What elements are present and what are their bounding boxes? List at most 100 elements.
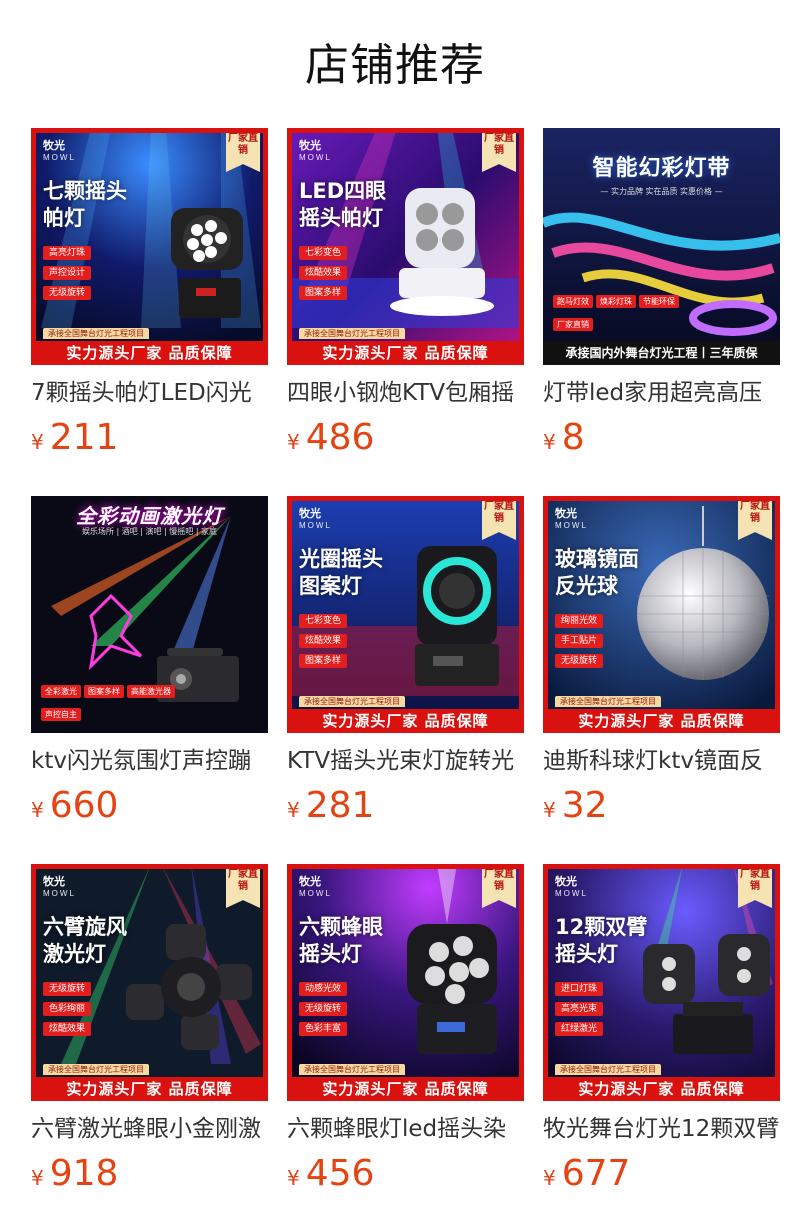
brand-logo: 牧光 MOWL bbox=[299, 508, 332, 530]
brand-logo: 牧光 MOWL bbox=[299, 876, 332, 898]
brand-logo: 牧光 MOWL bbox=[43, 140, 76, 162]
promo-banner: 实力源头厂家 品质保障 bbox=[287, 709, 524, 733]
feature-tag: 图案多样 bbox=[299, 654, 348, 668]
product-card[interactable]: 牧光 MOWL 厂家直销 LED四眼 摇头帕灯 七彩变色 炫酷效果 图案多样 承接… bbox=[287, 128, 524, 468]
feature-tag: 炫酷效果 bbox=[299, 634, 348, 648]
price-value: 660 bbox=[49, 785, 119, 826]
image-headline: 玻璃镜面 反光球 bbox=[555, 547, 639, 598]
feature-tag: 声控设计 bbox=[43, 266, 92, 280]
product-price: ¥486 bbox=[287, 416, 524, 460]
feature-tag: 炫酷效果 bbox=[43, 1022, 92, 1036]
feature-tag: 手工贴片 bbox=[555, 634, 604, 648]
feature-tag: 高能激光器 bbox=[127, 685, 175, 698]
product-title[interactable]: 六颗蜂眼灯led摇头染 bbox=[287, 1112, 524, 1146]
sub-banner: 承接全国舞台灯光工程项目 bbox=[299, 328, 405, 339]
feature-tag: 高亮光束 bbox=[555, 1002, 604, 1016]
currency-symbol: ¥ bbox=[543, 798, 556, 822]
product-title[interactable]: ktv闪光氛围灯声控蹦 bbox=[31, 744, 268, 778]
feature-tag: 动感光效 bbox=[299, 982, 348, 996]
product-image[interactable]: 牧光 MOWL 厂家直销 12颗双臂 摇头灯 进口灯珠 高亮光束 红绿激光 承接全… bbox=[543, 864, 780, 1101]
product-card[interactable]: 牧光 MOWL 厂家直销 12颗双臂 摇头灯 进口灯珠 高亮光束 红绿激光 承接全… bbox=[543, 864, 780, 1204]
feature-tag: 全彩激光 bbox=[41, 685, 81, 698]
product-title[interactable]: 7颗摇头帕灯LED闪光 bbox=[31, 376, 268, 410]
feature-list: 动感光效 无级旋转 色彩丰富 bbox=[299, 982, 348, 1042]
product-title[interactable]: KTV摇头光束灯旋转光 bbox=[287, 744, 524, 778]
feature-tag: 无级旋转 bbox=[43, 286, 92, 300]
promo-banner: 实力源头厂家 品质保障 bbox=[543, 1077, 780, 1101]
product-title[interactable]: 四眼小钢炮KTV包厢摇 bbox=[287, 376, 524, 410]
currency-symbol: ¥ bbox=[287, 430, 300, 454]
product-image[interactable]: 牧光 MOWL 厂家直销 六臂旋风 激光灯 无级旋转 色彩绚丽 炫酷效果 承接全国… bbox=[31, 864, 268, 1101]
feature-list: 绚丽光效 手工贴片 无级旋转 bbox=[555, 614, 604, 674]
feature-tag: 绚丽光效 bbox=[555, 614, 604, 628]
currency-symbol: ¥ bbox=[31, 798, 44, 822]
price-value: 456 bbox=[305, 1153, 375, 1194]
product-title[interactable]: 六臂激光蜂眼小金刚激 bbox=[31, 1112, 268, 1146]
product-card[interactable]: 智能幻彩灯带 — 实力品牌 实在品质 实惠价格 — 跑马灯效 焕彩灯珠 节能环保厂家… bbox=[543, 128, 780, 468]
brand-logo: 牧光 MOWL bbox=[555, 876, 588, 898]
feature-list: 高亮灯珠 声控设计 无级旋转 bbox=[43, 246, 92, 306]
feature-tag: 焕彩灯珠 bbox=[596, 295, 636, 308]
feature-list: 七彩变色 炫酷效果 图案多样 bbox=[299, 246, 348, 306]
product-image[interactable]: 智能幻彩灯带 — 实力品牌 实在品质 实惠价格 — 跑马灯效 焕彩灯珠 节能环保厂家… bbox=[543, 128, 780, 365]
image-headline: 七颗摇头 帕灯 bbox=[43, 179, 127, 230]
feature-list: 进口灯珠 高亮光束 红绿激光 bbox=[555, 982, 604, 1042]
product-price: ¥32 bbox=[543, 784, 780, 828]
sub-banner: 承接全国舞台灯光工程项目 bbox=[555, 1064, 661, 1075]
product-title[interactable]: 牧光舞台灯光12颗双臂 bbox=[543, 1112, 780, 1146]
promo-banner: 实力源头厂家 品质保障 bbox=[31, 1077, 268, 1101]
product-image[interactable]: 牧光 MOWL 厂家直销 七颗摇头 帕灯 高亮灯珠 声控设计 无级旋转 承接全国舞… bbox=[31, 128, 268, 365]
product-image[interactable]: 牧光 MOWL 厂家直销 光圈摇头 图案灯 七彩变色 炫酷效果 图案多样 承接全国… bbox=[287, 496, 524, 733]
product-grid: 牧光 MOWL 厂家直销 七颗摇头 帕灯 高亮灯珠 声控设计 无级旋转 承接全国舞… bbox=[0, 0, 790, 1232]
product-image[interactable]: 牧光 MOWL 厂家直销 六颗蜂眼 摇头灯 动感光效 无级旋转 色彩丰富 承接全国… bbox=[287, 864, 524, 1101]
currency-symbol: ¥ bbox=[287, 798, 300, 822]
feature-tag: 进口灯珠 bbox=[555, 982, 604, 996]
sub-banner: 承接全国舞台灯光工程项目 bbox=[299, 696, 405, 707]
price-value: 281 bbox=[305, 785, 375, 826]
product-image[interactable]: 全彩动画激光灯 娱乐场所 | 酒吧 | 演吧 | 慢摇吧 | 家庭 全彩激光 图案… bbox=[31, 496, 268, 733]
feature-tag: 高亮灯珠 bbox=[43, 246, 92, 260]
image-headline: LED四眼 摇头帕灯 bbox=[299, 179, 387, 230]
feature-list: 七彩变色 炫酷效果 图案多样 bbox=[299, 614, 348, 674]
image-tagline: — 实力品牌 实在品质 实惠价格 — bbox=[600, 187, 723, 196]
product-card[interactable]: 牧光 MOWL 厂家直销 光圈摇头 图案灯 七彩变色 炫酷效果 图案多样 承接全国… bbox=[287, 496, 524, 836]
product-title[interactable]: 迪斯科球灯ktv镜面反 bbox=[543, 744, 780, 778]
currency-symbol: ¥ bbox=[31, 1166, 44, 1190]
product-title[interactable]: 灯带led家用超亮高压 bbox=[543, 376, 780, 410]
product-card[interactable]: 牧光 MOWL 厂家直销 六颗蜂眼 摇头灯 动感光效 无级旋转 色彩丰富 承接全国… bbox=[287, 864, 524, 1204]
product-image[interactable]: 牧光 MOWL 厂家直销 玻璃镜面 反光球 绚丽光效 手工贴片 无级旋转 承接全国… bbox=[543, 496, 780, 733]
brand-logo: 牧光 MOWL bbox=[43, 876, 76, 898]
feature-tag: 厂家直销 bbox=[553, 318, 593, 331]
product-card[interactable]: 全彩动画激光灯 娱乐场所 | 酒吧 | 演吧 | 慢摇吧 | 家庭 全彩激光 图案… bbox=[31, 496, 268, 836]
product-price: ¥677 bbox=[543, 1152, 780, 1196]
price-value: 8 bbox=[561, 417, 585, 458]
product-price: ¥281 bbox=[287, 784, 524, 828]
currency-symbol: ¥ bbox=[543, 430, 556, 454]
product-price: ¥8 bbox=[543, 416, 780, 460]
feature-list: 全彩激光 图案多样 高能激光器声控自主 bbox=[41, 679, 181, 725]
product-card[interactable]: 牧光 MOWL 厂家直销 七颗摇头 帕灯 高亮灯珠 声控设计 无级旋转 承接全国舞… bbox=[31, 128, 268, 468]
feature-list: 无级旋转 色彩绚丽 炫酷效果 bbox=[43, 982, 92, 1042]
promo-banner: 实力源头厂家 品质保障 bbox=[287, 341, 524, 365]
currency-symbol: ¥ bbox=[287, 1166, 300, 1190]
feature-tag: 无级旋转 bbox=[43, 982, 92, 996]
feature-tag: 红绿激光 bbox=[555, 1022, 604, 1036]
image-headline: 六臂旋风 激光灯 bbox=[43, 915, 127, 966]
promo-banner: 实力源头厂家 品质保障 bbox=[543, 709, 780, 733]
image-headline: 光圈摇头 图案灯 bbox=[299, 547, 383, 598]
product-card[interactable]: 牧光 MOWL 厂家直销 玻璃镜面 反光球 绚丽光效 手工贴片 无级旋转 承接全国… bbox=[543, 496, 780, 836]
image-headline: 12颗双臂 摇头灯 bbox=[555, 915, 648, 966]
sub-banner: 承接全国舞台灯光工程项目 bbox=[43, 328, 149, 339]
image-headline: 六颗蜂眼 摇头灯 bbox=[299, 915, 383, 966]
product-card[interactable]: 牧光 MOWL 厂家直销 六臂旋风 激光灯 无级旋转 色彩绚丽 炫酷效果 承接全国… bbox=[31, 864, 268, 1204]
sub-banner: 承接全国舞台灯光工程项目 bbox=[43, 1064, 149, 1075]
feature-tag: 跑马灯效 bbox=[553, 295, 593, 308]
price-value: 486 bbox=[305, 417, 375, 458]
product-price: ¥660 bbox=[31, 784, 268, 828]
product-price: ¥211 bbox=[31, 416, 268, 460]
promo-banner: 承接国内外舞台灯光工程丨三年质保 bbox=[543, 341, 780, 365]
feature-tag: 图案多样 bbox=[299, 286, 348, 300]
feature-tag: 七彩变色 bbox=[299, 614, 348, 628]
product-image[interactable]: 牧光 MOWL 厂家直销 LED四眼 摇头帕灯 七彩变色 炫酷效果 图案多样 承接… bbox=[287, 128, 524, 365]
price-value: 677 bbox=[561, 1153, 631, 1194]
